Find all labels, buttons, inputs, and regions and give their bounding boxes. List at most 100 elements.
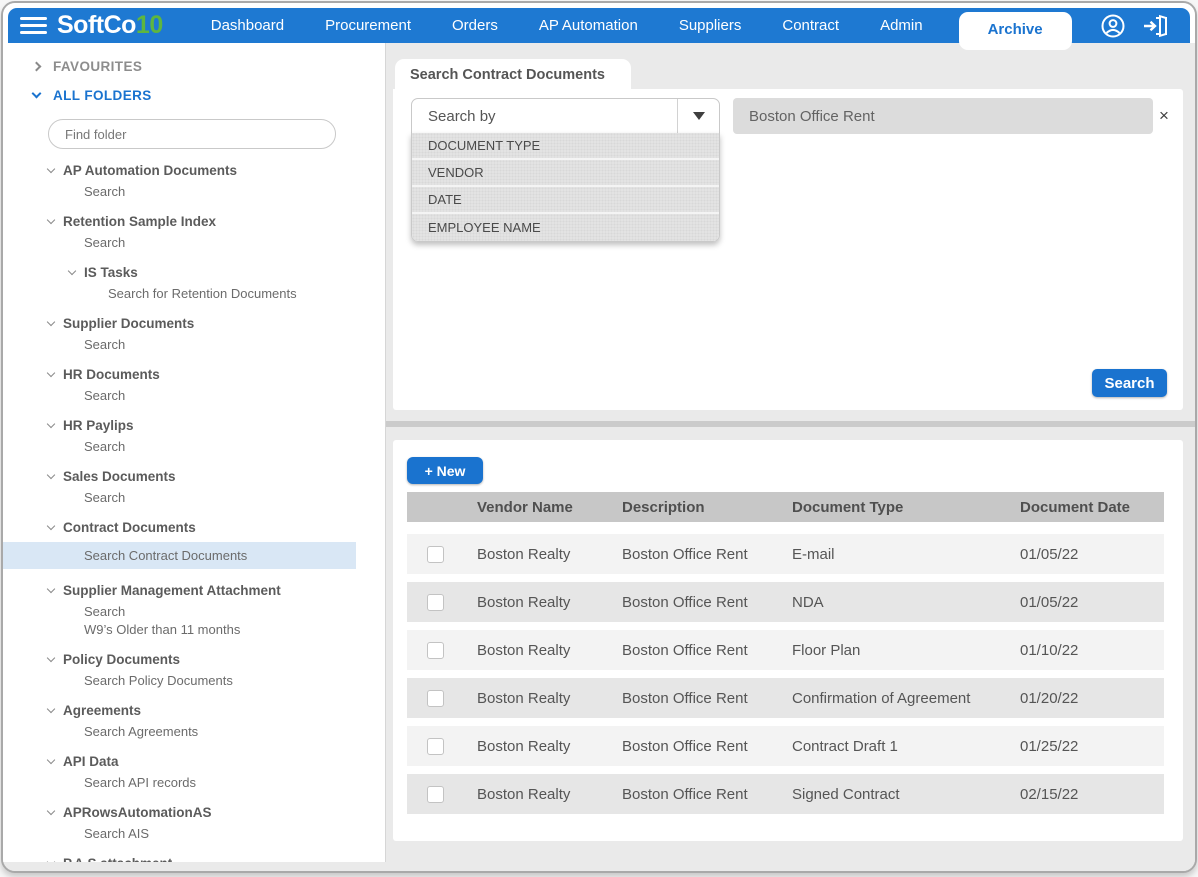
table-row[interactable]: Boston RealtyBoston Office RentContract … [407,726,1164,766]
chevron-down-icon [47,165,55,173]
folder-link-search[interactable]: Search [84,387,385,404]
row-checkbox[interactable] [427,546,444,563]
folder-label: APRowsAutomationAS [63,805,212,820]
nav-tab-archive[interactable]: Archive [959,12,1072,50]
folder-aprowsautomationas[interactable]: APRowsAutomationAS [48,805,385,820]
document-date-cell: 02/15/22 [1020,786,1164,803]
row-checkbox[interactable] [427,786,444,803]
nav-item-ap-automation[interactable]: AP Automation [539,17,638,34]
logout-icon[interactable] [1142,13,1170,39]
row-checkbox[interactable] [427,690,444,707]
search-panel-tab[interactable]: Search Contract Documents [395,59,631,90]
description-cell: Boston Office Rent [622,546,792,563]
row-checkbox-cell [407,690,477,707]
folder-supplier-documents[interactable]: Supplier Documents [48,316,385,331]
header-description: Description [622,499,792,516]
folder-link-search-ais[interactable]: Search AIS [84,825,385,842]
folder-link-search[interactable]: Search [84,183,385,200]
folder-label: HR Paylips [63,418,134,433]
header-vendor-name: Vendor Name [477,499,622,516]
vendor-cell: Boston Realty [477,642,622,659]
folder-link-search-policy-documents[interactable]: Search Policy Documents [84,672,385,689]
folder-link-search-for-retention-documents[interactable]: Search for Retention Documents [108,285,385,302]
folder-link-search[interactable]: Search [84,489,385,506]
folder-label: Agreements [63,703,141,718]
document-date-cell: 01/10/22 [1020,642,1164,659]
sidebar-all-folders-toggle[interactable]: ALL FOLDERS [33,85,385,105]
folder-api-data[interactable]: API Data [48,754,385,769]
folder-label: Policy Documents [63,652,180,667]
nav-item-dashboard[interactable]: Dashboard [211,17,284,34]
table-row[interactable]: Boston RealtyBoston Office RentNDA01/05/… [407,582,1164,622]
description-cell: Boston Office Rent [622,738,792,755]
folder-label: Supplier Documents [63,316,194,331]
row-checkbox[interactable] [427,642,444,659]
dropdown-option-employee-name[interactable]: EMPLOYEE NAME [412,214,719,241]
folder-retention-sample-index[interactable]: Retention Sample Index [48,214,385,229]
dropdown-option-document-type[interactable]: DOCUMENT TYPE [412,133,719,160]
folder-link-search[interactable]: Search [84,336,385,353]
chevron-down-icon [47,369,55,377]
folder-link-search[interactable]: Search [84,438,385,455]
results-panel: + New Vendor Name Description Document T… [393,440,1183,841]
table-row[interactable]: Boston RealtyBoston Office RentSigned Co… [407,774,1164,814]
search-by-placeholder: Search by [412,108,677,125]
nav-item-procurement[interactable]: Procurement [325,17,411,34]
row-checkbox[interactable] [427,738,444,755]
top-nav: SoftCo10 DashboardProcurementOrdersAP Au… [8,8,1190,43]
nav-icons [1100,13,1170,39]
search-by-dropdown[interactable]: Search by [411,98,720,134]
folder-is-tasks[interactable]: IS Tasks [69,265,385,280]
header-document-date: Document Date [1020,499,1164,516]
folder-agreements[interactable]: Agreements [48,703,385,718]
folder-label: AP Automation Documents [63,163,237,178]
folder-hr-paylips[interactable]: HR Paylips [48,418,385,433]
find-folder-input[interactable] [48,119,336,149]
table-row[interactable]: Boston RealtyBoston Office RentFloor Pla… [407,630,1164,670]
dropdown-option-date[interactable]: DATE [412,187,719,214]
nav-item-orders[interactable]: Orders [452,17,498,34]
table-row[interactable]: Boston RealtyBoston Office RentConfirmat… [407,678,1164,718]
clear-search-icon[interactable]: × [1159,106,1169,126]
sidebar-favourites-toggle[interactable]: FAVOURITES [33,56,385,76]
folder-link-w9-s-older-than-11-months[interactable]: W9’s Older than 11 months [84,621,385,638]
folder-link-search-contract-documents[interactable]: Search Contract Documents [3,542,356,569]
row-checkbox-cell [407,738,477,755]
folder-link-search-api-records[interactable]: Search API records [84,774,385,791]
table-row[interactable]: Boston RealtyBoston Office RentE-mail01/… [407,534,1164,574]
hamburger-menu-icon[interactable] [20,13,47,38]
search-value-input[interactable] [733,98,1153,134]
folder-link-search[interactable]: Search [84,603,385,620]
folder-contract-documents[interactable]: Contract Documents [48,520,385,535]
dropdown-option-vendor[interactable]: VENDOR [412,160,719,187]
search-button[interactable]: Search [1092,369,1167,397]
nav-item-contract[interactable]: Contract [782,17,839,34]
folder-hr-documents[interactable]: HR Documents [48,367,385,382]
description-cell: Boston Office Rent [622,786,792,803]
folder-link-search[interactable]: Search [84,234,385,251]
folder-link-search-agreements[interactable]: Search Agreements [84,723,385,740]
dropdown-arrow-button[interactable] [677,99,719,133]
folder-supplier-management-attachment[interactable]: Supplier Management Attachment [48,583,385,598]
nav-item-suppliers[interactable]: Suppliers [679,17,742,34]
nav-menu: Dashboard Procurement Orders AP Automation S… [211,17,923,34]
chevron-down-icon [47,756,55,764]
row-checkbox-cell [407,594,477,611]
row-checkbox[interactable] [427,594,444,611]
user-account-icon[interactable] [1100,13,1126,39]
chevron-down-icon [47,858,55,862]
new-document-button[interactable]: + New [407,457,483,484]
chevron-down-icon [47,471,55,479]
nav-item-admin[interactable]: Admin [880,17,923,34]
chevron-down-icon [47,705,55,713]
folder-ap-automation-documents[interactable]: AP Automation Documents [48,163,385,178]
table-header-row: Vendor Name Description Document Type Do… [407,492,1164,522]
folder-label: Contract Documents [63,520,196,535]
folder-sales-documents[interactable]: Sales Documents [48,469,385,484]
document-type-cell: E-mail [792,546,1020,563]
folder-p-a-s-attachment[interactable]: P.A.S attachment [48,856,385,862]
row-checkbox-cell [407,642,477,659]
folder-policy-documents[interactable]: Policy Documents [48,652,385,667]
content-area: FAVOURITES ALL FOLDERS AP Automation Doc… [3,43,1195,873]
chevron-down-icon [47,216,55,224]
